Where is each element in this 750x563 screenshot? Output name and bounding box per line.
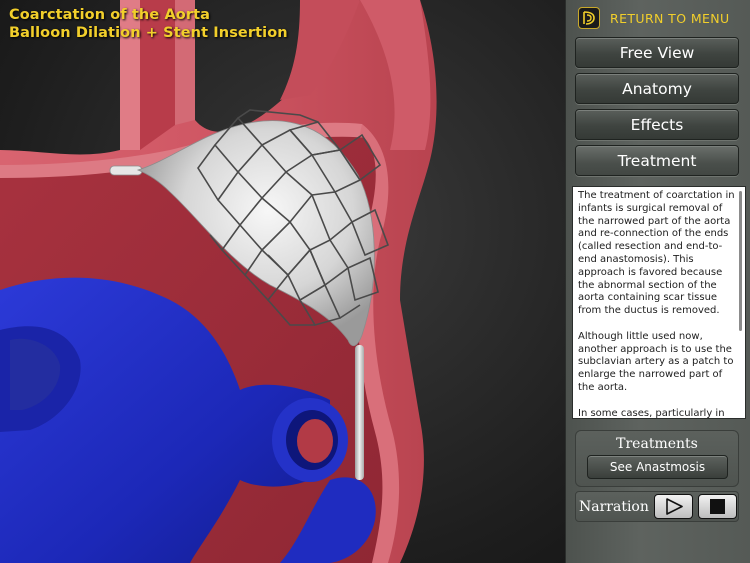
info-text-content: The treatment of coarctation in infants … xyxy=(578,190,736,419)
play-icon xyxy=(666,498,683,515)
effects-button[interactable]: Effects xyxy=(575,109,739,140)
procedure-subtitle: Balloon Dilation + Stent Insertion xyxy=(9,25,288,41)
info-paragraph: In some cases, particularly in older pat… xyxy=(578,407,725,419)
treatments-title: Treatments xyxy=(616,436,698,452)
return-to-menu-button[interactable]: RETURN TO MENU xyxy=(578,6,730,30)
app-logo-icon xyxy=(578,7,600,29)
stop-button[interactable] xyxy=(698,494,737,519)
info-scrollbar[interactable] xyxy=(739,191,742,331)
narration-controls: Narration xyxy=(575,491,739,522)
side-panel: RETURN TO MENU Free View Anatomy Effects… xyxy=(565,0,750,563)
treatments-section: Treatments See Anastmosis xyxy=(575,430,739,487)
return-to-menu-label: RETURN TO MENU xyxy=(610,10,730,26)
app-screen: Coarctation of the Aorta Balloon Dilatio… xyxy=(0,0,750,563)
free-view-button[interactable]: Free View xyxy=(575,37,739,68)
info-text-panel[interactable]: The treatment of coarctation in infants … xyxy=(572,186,746,419)
treatment-button[interactable]: Treatment xyxy=(575,145,739,176)
narration-label: Narration xyxy=(579,499,649,515)
see-anastmosis-button[interactable]: See Anastmosis xyxy=(587,455,728,479)
aorta-illustration xyxy=(0,0,437,563)
info-paragraph: Although little used now, another approa… xyxy=(578,330,734,393)
3d-viewport[interactable]: Coarctation of the Aorta Balloon Dilatio… xyxy=(0,0,565,563)
anatomy-button[interactable]: Anatomy xyxy=(575,73,739,104)
stop-icon xyxy=(710,499,725,514)
play-button[interactable] xyxy=(654,494,693,519)
procedure-title: Coarctation of the Aorta xyxy=(9,7,210,23)
info-paragraph: The treatment of coarctation in infants … xyxy=(578,190,735,317)
